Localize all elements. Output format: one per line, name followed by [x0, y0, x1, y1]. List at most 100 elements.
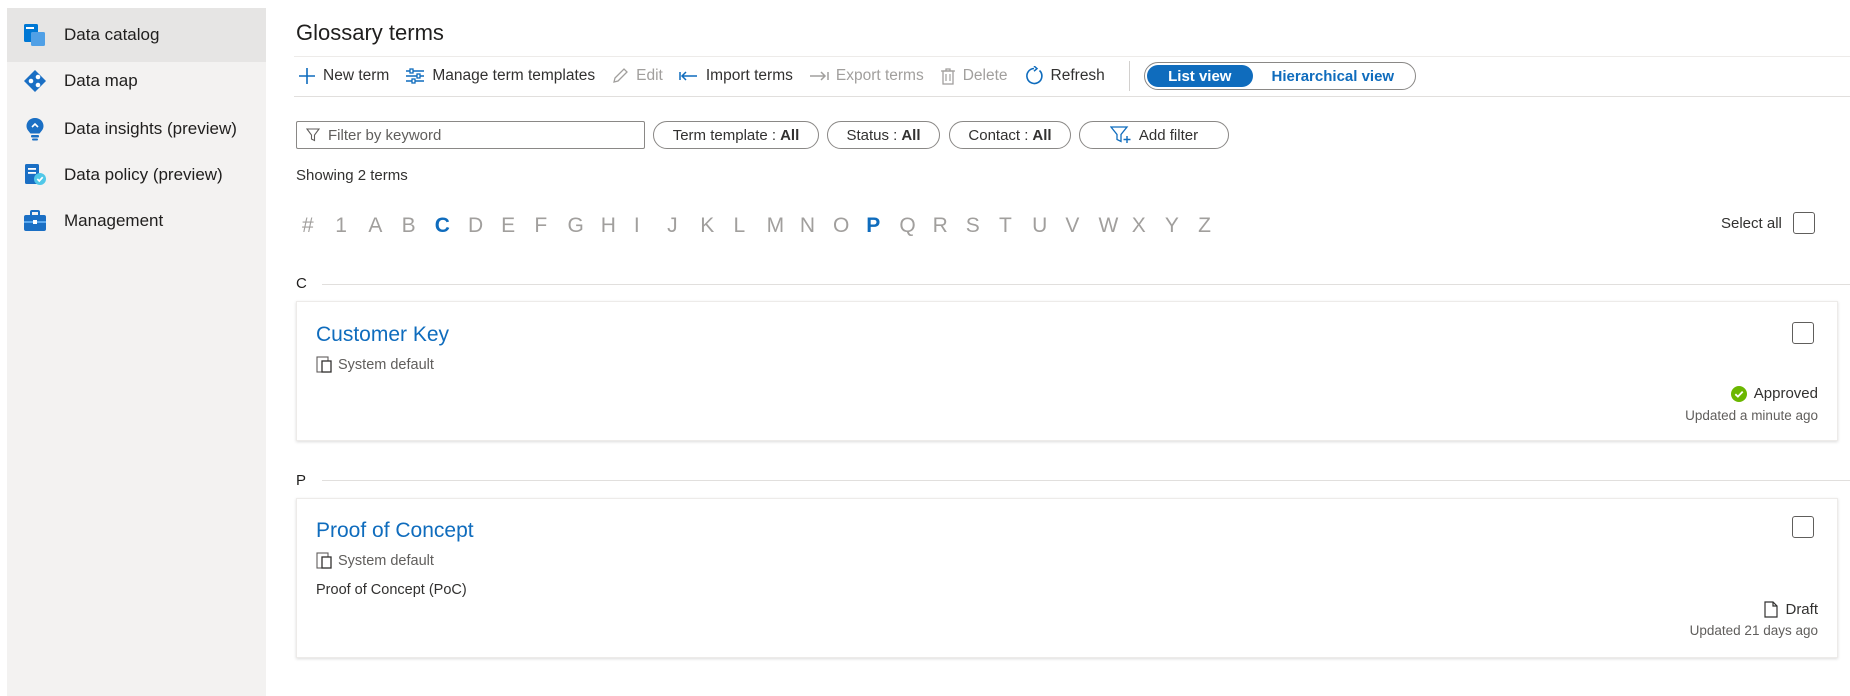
alphabet-letter[interactable]: L	[733, 214, 766, 238]
alphabet-letter[interactable]: I	[634, 214, 667, 238]
alphabet-letter[interactable]: H	[601, 214, 634, 238]
alphabet-letter[interactable]: O	[833, 214, 866, 238]
approved-check-icon	[1730, 385, 1747, 402]
delete-button[interactable]: Delete	[940, 67, 1008, 85]
term-checkbox[interactable]	[1792, 322, 1814, 344]
hierarchical-view-toggle[interactable]: Hierarchical view	[1253, 65, 1413, 87]
alphabet-letter[interactable]: W	[1099, 214, 1132, 238]
term-title-link[interactable]: Customer Key	[316, 323, 449, 347]
template-icon	[316, 552, 332, 569]
alphabet-letter[interactable]: P	[866, 214, 899, 238]
template-icon	[316, 356, 332, 373]
alphabet-index: #1 A B C D E F G H I J K L M N O P Q R S T U V W X Y Z	[302, 213, 1231, 239]
sliders-icon	[406, 68, 425, 84]
alphabet-letter[interactable]: E	[501, 214, 534, 238]
alphabet-letter[interactable]: V	[1065, 214, 1098, 238]
lightbulb-icon	[21, 115, 49, 143]
results-count: Showing 2 terms	[296, 167, 408, 184]
alphabet-letter[interactable]: N	[800, 214, 833, 238]
left-navigation: Data catalog Data map Data insights (pre…	[7, 8, 266, 696]
term-status: Draft	[1764, 601, 1818, 618]
term-status-label: Draft	[1785, 601, 1818, 618]
new-term-button[interactable]: New term	[298, 67, 389, 85]
alphabet-letter[interactable]: J	[667, 214, 700, 238]
export-terms-label: Export terms	[835, 67, 924, 84]
select-all-checkbox[interactable]	[1792, 212, 1815, 234]
import-terms-label: Import terms	[705, 67, 793, 84]
term-card: Proof of Concept System default Proof of…	[296, 498, 1838, 658]
export-terms-button[interactable]: Export terms	[809, 67, 924, 85]
contact-filter[interactable]: Contact : All	[949, 121, 1071, 149]
term-template-name: System default	[338, 356, 434, 373]
alphabet-letter[interactable]: Y	[1165, 214, 1198, 238]
data-catalog-icon	[21, 21, 49, 49]
import-terms-button[interactable]: Import terms	[679, 67, 793, 85]
add-filter-button[interactable]: Add filter	[1079, 121, 1229, 149]
draft-document-icon	[1764, 601, 1779, 618]
term-updated: Updated a minute ago	[1685, 408, 1818, 423]
term-title-link[interactable]: Proof of Concept	[316, 519, 474, 543]
nav-item-management[interactable]: Management	[7, 194, 266, 248]
keyword-filter-input[interactable]	[328, 126, 628, 144]
filter-icon	[306, 128, 320, 142]
group-divider	[322, 480, 1850, 481]
alphabet-letter[interactable]: D	[468, 214, 501, 238]
term-template-filter[interactable]: Term template : All	[653, 121, 819, 149]
edit-label: Edit	[636, 67, 663, 84]
select-all[interactable]: Select all	[1721, 212, 1815, 234]
term-description: Proof of Concept (PoC)	[316, 582, 467, 598]
manage-term-templates-button[interactable]: Manage term templates	[405, 67, 595, 85]
alphabet-letter[interactable]: Q	[899, 214, 932, 238]
list-view-toggle[interactable]: List view	[1146, 65, 1253, 87]
alphabet-letter[interactable]: U	[1032, 214, 1065, 238]
status-filter-label: Status :	[846, 126, 898, 144]
alphabet-letter[interactable]: C	[435, 214, 468, 238]
data-policy-icon	[21, 161, 49, 189]
toolbar: New term Manage term templates Edit Impo…	[298, 58, 1838, 94]
alphabet-letter[interactable]: K	[700, 214, 733, 238]
alphabet-letter[interactable]: T	[999, 214, 1032, 238]
alphabet-letter[interactable]: M	[767, 214, 800, 238]
status-filter[interactable]: Status : All	[827, 121, 940, 149]
alphabet-letter[interactable]: Z	[1198, 214, 1231, 238]
alphabet-letter[interactable]: G	[568, 214, 601, 238]
view-toggle: List view Hierarchical view	[1143, 62, 1416, 90]
term-template: System default	[316, 356, 434, 373]
plus-icon	[299, 68, 315, 84]
group-letter: C	[296, 275, 307, 292]
refresh-button[interactable]: Refresh	[1024, 66, 1105, 86]
select-all-label: Select all	[1721, 214, 1782, 232]
group-divider	[322, 284, 1850, 285]
alphabet-letter[interactable]: R	[933, 214, 966, 238]
term-template-filter-label: Term template :	[672, 126, 777, 144]
manage-term-templates-label: Manage term templates	[432, 67, 596, 84]
alphabet-letter[interactable]: A	[368, 214, 401, 238]
term-template-filter-value: All	[780, 126, 800, 144]
group-letter: P	[296, 472, 307, 489]
alphabet-letter[interactable]: X	[1132, 214, 1165, 238]
export-arrow-icon	[809, 71, 829, 81]
nav-label: Data catalog	[64, 25, 160, 44]
toolbox-icon	[21, 207, 49, 235]
nav-label: Data insights (preview)	[64, 119, 237, 138]
data-map-icon	[21, 67, 49, 95]
add-filter-label: Add filter	[1138, 126, 1199, 144]
keyword-filter[interactable]	[296, 121, 645, 149]
nav-label: Management	[64, 211, 164, 230]
term-card: Customer Key System default Approved Upd…	[296, 301, 1838, 441]
main-content: Glossary terms New term Manage term temp…	[266, 0, 1850, 696]
alphabet-letter[interactable]: B	[402, 214, 435, 238]
nav-label: Data map	[64, 71, 138, 90]
trash-icon	[940, 68, 955, 85]
toolbar-divider-top	[294, 56, 1850, 57]
edit-button[interactable]: Edit	[611, 67, 663, 85]
nav-item-data-map[interactable]: Data map	[7, 54, 266, 108]
toolbar-divider	[294, 96, 1850, 97]
alphabet-letter[interactable]: #	[302, 214, 335, 238]
alphabet-letter[interactable]: S	[966, 214, 999, 238]
term-checkbox[interactable]	[1792, 516, 1814, 538]
alphabet-letter[interactable]: 1	[335, 214, 368, 238]
contact-filter-label: Contact :	[968, 126, 1029, 144]
delete-label: Delete	[962, 67, 1008, 84]
alphabet-letter[interactable]: F	[534, 214, 567, 238]
